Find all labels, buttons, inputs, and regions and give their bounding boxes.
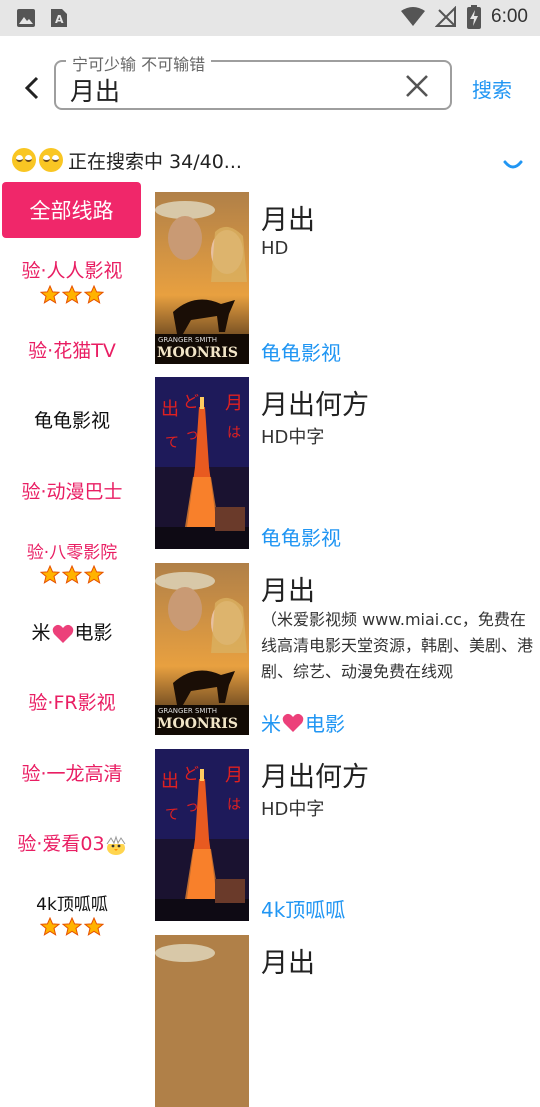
clear-button[interactable] [404, 73, 430, 99]
poster-title: MOONRIS [157, 716, 238, 732]
star-icon [84, 285, 104, 304]
progress-text: 正在搜索中 34/40... [68, 150, 242, 173]
sidebar-item-miai[interactable]: 米 电影 [0, 618, 144, 645]
result-source-post: 电影 [305, 712, 345, 736]
result-title: 月出何方 [261, 762, 369, 793]
poster-title: MOONRIS [157, 345, 238, 361]
loading-spinner-icon [503, 160, 523, 169]
search-input[interactable]: 宁可少输 不可输错 月出 [54, 51, 452, 110]
svg-text:ど: ど [183, 392, 199, 411]
no-signal-icon [435, 6, 457, 27]
sidebar-item-label-post: 电影 [74, 622, 113, 644]
star-icon [62, 917, 82, 936]
result-item[interactable]: 出 ど 月 て っ は 月出何方 HD中字 4k顶呱呱 [155, 749, 540, 922]
sidebar-item-fr[interactable]: 验·FR影视 [0, 688, 144, 715]
sidebar-item-guigui[interactable]: 龟龟影视 [0, 406, 144, 433]
svg-text:て: て [165, 435, 179, 451]
star-icon [62, 285, 82, 304]
sidebar-item-yilong[interactable]: 验·一龙高清 [0, 759, 144, 786]
svg-text:は: は [227, 425, 241, 441]
sidebar-item-dongman[interactable]: 验·动漫巴士 [0, 477, 144, 504]
sidebar-item-label: 验·一龙高清 [21, 763, 123, 785]
rating-stars [0, 565, 144, 584]
star-icon [40, 285, 60, 304]
search-progress: 正在搜索中 34/40... [12, 146, 242, 174]
sidebar-item-label: 4k顶呱呱 [36, 895, 108, 915]
sidebar-item-all[interactable]: 全部线路 [2, 182, 141, 238]
status-time: 6:00 [491, 6, 528, 27]
rolling-eyes-emoji-icon [12, 148, 36, 172]
result-title: 月出 [261, 948, 315, 979]
svg-text:て: て [165, 807, 179, 823]
result-quality: HD [261, 238, 289, 259]
close-icon [406, 75, 428, 97]
star-icon [40, 565, 60, 584]
chick-emoji-icon [106, 834, 126, 855]
rating-stars [0, 917, 144, 936]
heart-icon [282, 713, 304, 732]
star-icon [62, 565, 82, 584]
sidebar-item-huamao[interactable]: 验·花猫TV [0, 336, 144, 363]
svg-text:ど: ど [183, 764, 199, 783]
svg-text:出: 出 [161, 399, 179, 420]
result-source: 龟龟影视 [261, 526, 341, 550]
result-title: 月出何方 [261, 390, 369, 421]
svg-text:出: 出 [161, 771, 179, 792]
star-icon [84, 565, 104, 584]
sidebar-item-balinq[interactable]: 验·八零影院 [0, 538, 144, 584]
svg-text:月: 月 [225, 393, 243, 414]
sidebar-item-label: 验·爱看03 [17, 833, 105, 855]
result-title: 月出 [261, 576, 315, 607]
poster-credit: GRANGER SMITH [158, 336, 218, 344]
result-item[interactable]: GRANGER SMITH MOONRIS 月出 （米爱影视频 www.miai… [155, 563, 540, 737]
sidebar-item-label: 龟龟影视 [33, 410, 110, 432]
svg-text:A: A [55, 13, 64, 26]
result-item[interactable]: 出 ど 月 て っ は 月出何方 HD中字 龟龟影视 [155, 377, 540, 550]
result-quality: HD中字 [261, 799, 325, 820]
chevron-left-icon [24, 76, 39, 100]
star-icon [84, 917, 104, 936]
search-header: 宁可少输 不可输错 月出 搜索 [0, 36, 540, 136]
result-source: 龟龟影视 [261, 341, 341, 365]
svg-text:っ: っ [185, 799, 199, 815]
wifi-icon [401, 7, 426, 26]
result-source: 米电影 [261, 708, 345, 737]
poster-image [155, 935, 249, 1107]
poster-image: GRANGER SMITH MOONRIS [155, 563, 249, 735]
sidebar-item-label: 验·花猫TV [28, 340, 116, 362]
image-icon [17, 9, 35, 27]
battery-charging-icon [467, 5, 482, 29]
poster-image: 出 ど 月 て っ は [155, 377, 249, 549]
back-button[interactable] [18, 74, 46, 102]
sidebar-item-label: 验·八零影院 [26, 543, 118, 563]
result-source: 4k顶呱呱 [261, 898, 346, 922]
poster-credit: GRANGER SMITH [158, 707, 218, 715]
svg-text:っ: っ [185, 427, 199, 443]
search-button[interactable]: 搜索 [472, 74, 512, 103]
result-source-pre: 米 [261, 712, 281, 736]
result-description: （米爱影视频 www.miai.cc，免费在线高清电影天堂资源，韩剧、美剧、港剧… [261, 610, 534, 681]
star-icon [40, 917, 60, 936]
sidebar-item-label: 验·FR影视 [28, 692, 116, 714]
result-item[interactable]: 月出 [155, 935, 540, 1107]
sidebar-item-label-pre: 米 [31, 622, 51, 644]
sidebar-item-aikan[interactable]: 验·爱看03 [0, 829, 144, 856]
rolling-eyes-emoji-icon [39, 148, 63, 172]
sidebar-item-4k[interactable]: 4k顶呱呱 [0, 890, 144, 936]
result-quality: HD中字 [261, 427, 325, 448]
search-value[interactable]: 月出 [70, 72, 120, 108]
a-text-icon: A [51, 9, 67, 27]
poster-image: 出 ど 月 て っ は [155, 749, 249, 921]
svg-text:月: 月 [225, 765, 243, 786]
status-bar: A 6:00 [0, 0, 540, 36]
result-item[interactable]: GRANGER SMITH MOONRIS 月出 HD 龟龟影视 [155, 192, 540, 365]
rating-stars [0, 285, 144, 304]
svg-text:は: は [227, 797, 241, 813]
sidebar-item-label: 验·动漫巴士 [21, 481, 123, 503]
sidebar-item-renren[interactable]: 验·人人影视 [0, 256, 144, 304]
heart-icon [52, 624, 73, 643]
sidebar-item-label: 验·人人影视 [21, 260, 123, 282]
result-title: 月出 [261, 205, 315, 236]
poster-image: GRANGER SMITH MOONRIS [155, 192, 249, 364]
